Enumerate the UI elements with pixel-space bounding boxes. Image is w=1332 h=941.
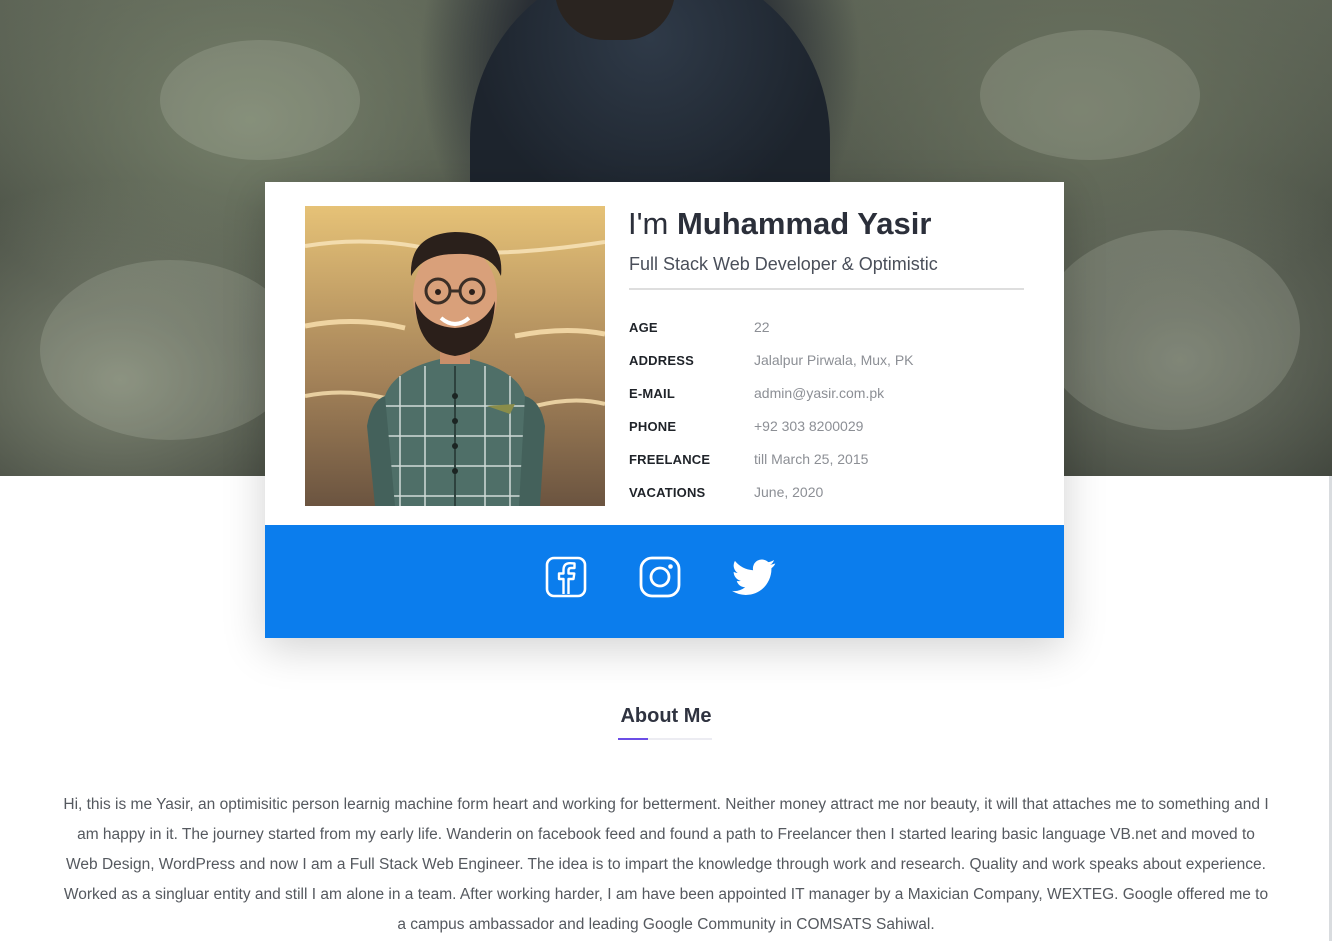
page-title: I'm Muhammad Yasir: [628, 206, 931, 242]
about-underline-accent: [618, 738, 648, 740]
profile-details: AGE 22 ADDRESS Jalalpur Pirwala, Mux, PK…: [629, 316, 1029, 514]
detail-label: PHONE: [629, 419, 677, 434]
detail-label: AGE: [629, 320, 658, 335]
detail-row-email: E-MAIL admin@yasir.com.pk: [629, 382, 1029, 415]
hero-foliage-top-right: [980, 30, 1200, 160]
hero-foliage-top-left: [160, 40, 360, 160]
profile-name: Muhammad Yasir: [676, 206, 932, 241]
detail-value: Jalalpur Pirwala, Mux, PK: [754, 352, 914, 368]
detail-row-phone: PHONE +92 303 8200029: [629, 415, 1029, 448]
detail-label: E-MAIL: [629, 386, 675, 401]
detail-value: +92 303 8200029: [754, 418, 864, 434]
twitter-icon[interactable]: [732, 555, 776, 599]
detail-value: 22: [754, 319, 770, 335]
avatar: [305, 206, 605, 506]
social-links-bar: [265, 525, 1064, 638]
detail-row-address: ADDRESS Jalalpur Pirwala, Mux, PK: [629, 349, 1029, 382]
profile-title: Full Stack Web Developer & Optimistic: [629, 254, 938, 274]
detail-label: FREELANCE: [629, 452, 711, 467]
detail-row-freelance: FREELANCE till March 25, 2015: [629, 448, 1029, 481]
profile-card: I'm Muhammad Yasir Full Stack Web Develo…: [265, 182, 1064, 638]
hero-foliage-left: [40, 260, 300, 440]
detail-value: till March 25, 2015: [754, 451, 869, 467]
detail-row-age: AGE 22: [629, 316, 1029, 349]
divider: [629, 288, 1024, 290]
instagram-icon[interactable]: [638, 555, 682, 599]
detail-value: June, 2020: [754, 484, 824, 500]
greeting-text: I'm: [628, 206, 669, 241]
detail-label: VACATIONS: [629, 485, 706, 500]
about-text: Hi, this is me Yasir, an optimisitic per…: [63, 796, 1269, 933]
detail-value: admin@yasir.com.pk: [754, 385, 885, 401]
facebook-icon[interactable]: [544, 555, 588, 599]
detail-label: ADDRESS: [629, 353, 694, 368]
detail-row-vacations: VACATIONS June, 2020: [629, 481, 1029, 514]
hero-foliage-right: [1040, 230, 1300, 430]
cartoon-avatar-icon: [305, 206, 605, 506]
about-heading: About Me: [620, 705, 712, 727]
